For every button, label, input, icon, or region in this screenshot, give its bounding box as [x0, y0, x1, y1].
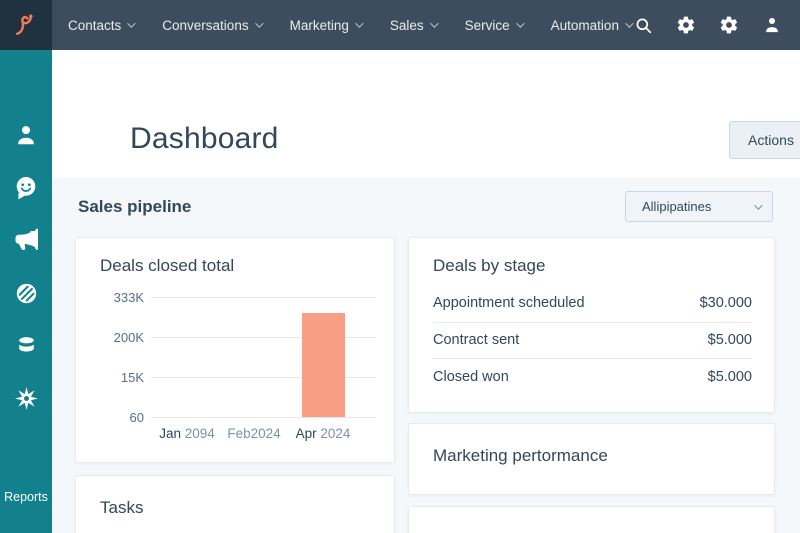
contacts-person-icon — [18, 126, 34, 145]
app-root: Contacts Conversations Marketing Sales S… — [0, 0, 800, 533]
striped-circle-icon — [16, 283, 36, 304]
hubspot-sprocket-logo-icon — [16, 14, 33, 35]
megaphone-icon — [15, 228, 38, 250]
page-title: Dashboard — [130, 122, 279, 155]
sidebar-item-automation[interactable] — [0, 386, 52, 411]
x-axis-tick: Apr 2024 — [283, 426, 363, 441]
nav-item-label: Contacts — [68, 17, 122, 33]
nav-icon-group — [634, 0, 782, 50]
chevron-down-icon — [625, 19, 634, 28]
user-icon[interactable] — [762, 15, 782, 35]
nav-item-label: Service — [464, 17, 510, 33]
sidebar-item-marketing[interactable] — [0, 228, 52, 252]
y-axis-tick: 200K — [113, 330, 144, 345]
deals-closed-bar-chart: 333K 200K 15K 60 Jan 2094 Feb2024 Apr 20… — [76, 238, 396, 464]
page-header: Dashboard Actions Dashboards Reports Tem… — [52, 50, 800, 216]
table-row: Appointment scheduled $30.000 — [433, 285, 752, 322]
nav-item-marketing[interactable]: Marketing — [289, 17, 364, 33]
deals-by-stage-card: Deals by stage Appointment scheduled $30… — [408, 237, 775, 413]
nav-item-label: Automation — [550, 17, 619, 33]
actions-button[interactable]: Actions — [729, 121, 800, 159]
nav-menu: Contacts Conversations Marketing Sales S… — [68, 0, 634, 50]
automation-star-icon — [14, 387, 38, 410]
chevron-down-icon — [355, 19, 364, 28]
marketing-performance-card: Marketing pertormance — [408, 423, 775, 495]
actions-button-label: Actions — [748, 132, 794, 148]
chevron-down-icon — [754, 200, 763, 210]
sidebar-item-contacts[interactable] — [0, 122, 52, 148]
stage-label: Appointment scheduled — [433, 295, 585, 312]
y-axis-tick: 60 — [129, 410, 144, 425]
database-icon — [18, 337, 34, 352]
chevron-down-icon — [254, 19, 264, 28]
stage-value: $30.000 — [699, 295, 752, 312]
pipeline-filter-value: Allipipatines — [642, 199, 712, 214]
card-title: Deals by stage — [433, 256, 546, 275]
x-tick-text: Apr — [295, 426, 317, 441]
deals-closed-total-card: Deals closed total 333K 200K 15K 60 Jan … — [75, 237, 395, 463]
table-row: Contract sent $5.000 — [433, 321, 752, 359]
stage-value: $5.000 — [707, 332, 752, 349]
sidebar-item-cms[interactable] — [0, 281, 52, 306]
x-tick-text: 2094 — [180, 426, 215, 441]
nav-item-automation[interactable]: Automation — [550, 17, 634, 33]
sidebar-item-data[interactable] — [0, 333, 52, 358]
y-axis-tick: 15K — [120, 370, 144, 385]
deals-by-stage-table: Appointment scheduled $30.000 Contract s… — [433, 285, 752, 395]
x-tick-text: 2024 — [316, 426, 351, 441]
nav-item-label: Marketing — [289, 17, 349, 33]
gridline — [151, 417, 376, 418]
nav-item-contacts[interactable]: Contacts — [68, 17, 136, 33]
chevron-down-icon — [515, 19, 525, 28]
table-row: Closed won $5.000 — [433, 358, 752, 395]
sprocket-icon[interactable] — [676, 15, 696, 35]
tasks-card: Tasks — [75, 475, 395, 533]
search-icon[interactable] — [634, 16, 653, 35]
card-title: Marketing pertormance — [433, 446, 608, 465]
card-title: Tasks — [100, 498, 144, 517]
nav-item-sales[interactable]: Sales — [389, 17, 439, 33]
y-axis-tick: 333K — [113, 290, 144, 305]
pipeline-filter-dropdown[interactable]: Allipipatines — [625, 191, 773, 222]
chat-smiley-icon — [16, 177, 36, 200]
nav-item-label: Conversations — [162, 17, 249, 33]
stage-value: $5.000 — [707, 368, 752, 385]
stage-label: Closed won — [433, 368, 509, 385]
partial-card — [408, 506, 775, 533]
gridline — [151, 297, 376, 298]
app-logo[interactable] — [0, 0, 52, 50]
sales-pipeline-heading: Sales pipeline — [78, 197, 192, 216]
nav-item-service[interactable]: Service — [464, 17, 525, 33]
sidebar-reports-label[interactable]: Reports — [0, 490, 52, 504]
top-navbar: Contacts Conversations Marketing Sales S… — [0, 0, 800, 50]
chevron-down-icon — [429, 19, 439, 28]
sidebar-item-conversations[interactable] — [0, 175, 52, 201]
chevron-down-icon — [127, 19, 136, 28]
x-axis-tick: Feb2024 — [214, 426, 294, 441]
sprocket-icon[interactable] — [719, 15, 739, 35]
stage-label: Contract sent — [433, 332, 520, 349]
chart-bar-apr-2024 — [302, 313, 345, 417]
x-tick-text: Feb2024 — [227, 426, 281, 441]
nav-item-label: Sales — [389, 17, 424, 33]
nav-item-conversations[interactable]: Conversations — [162, 17, 264, 33]
left-sidebar: Reports — [0, 50, 52, 533]
x-tick-text: Jan — [159, 426, 181, 441]
